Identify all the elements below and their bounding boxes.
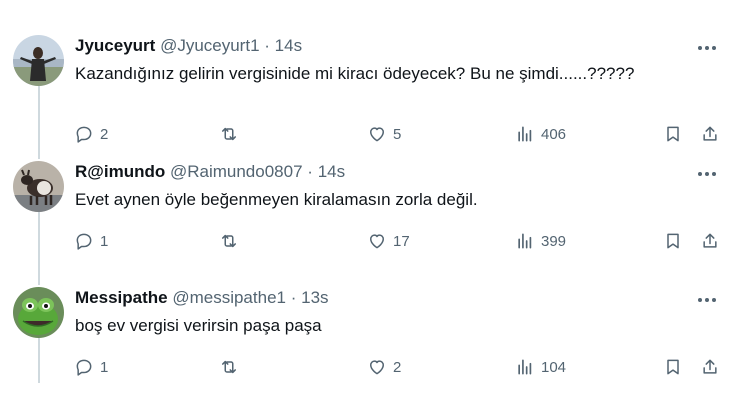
display-name[interactable]: Jyuceyurt: [75, 36, 155, 55]
reply-icon: [76, 359, 92, 376]
timestamp[interactable]: 13s: [301, 288, 328, 307]
reply-icon: [76, 126, 92, 143]
timestamp[interactable]: 14s: [275, 36, 302, 55]
tweet-header: Messipathe @messipathe1 · 13s: [75, 288, 670, 308]
tweet-header: Jyuceyurt @Jyuceyurt1 · 14s: [75, 36, 670, 56]
display-name[interactable]: Messipathe: [75, 288, 168, 307]
views-button[interactable]: 104: [515, 357, 566, 377]
bookmark-icon: [667, 126, 679, 142]
reply-button[interactable]: 1: [74, 231, 108, 251]
share-icon: [703, 359, 717, 374]
retweet-icon: [222, 234, 236, 248]
user-handle[interactable]: @Raimundo0807: [170, 162, 303, 181]
avatar[interactable]: [13, 161, 64, 212]
share-icon: [703, 233, 717, 248]
reply-count: 2: [100, 125, 109, 143]
heart-icon: [370, 127, 384, 142]
reply-icon: [76, 233, 92, 250]
retweet-icon: [222, 360, 236, 374]
retweet-button[interactable]: [219, 231, 245, 251]
avatar-photo-icon: [13, 287, 64, 338]
heart-icon: [370, 360, 384, 375]
timestamp[interactable]: 14s: [318, 162, 345, 181]
user-handle[interactable]: @messipathe1: [172, 288, 286, 307]
view-count: 399: [541, 232, 567, 250]
bookmark-icon: [667, 359, 679, 375]
share-icon: [703, 126, 717, 141]
display-name[interactable]: R@imundo: [75, 162, 165, 181]
separator: ·: [290, 288, 297, 307]
tweet[interactable]: Jyuceyurt @Jyuceyurt1 · 14s Kazandığınız…: [0, 28, 730, 154]
retweet-button[interactable]: [219, 124, 245, 144]
views-button[interactable]: 399: [515, 231, 566, 251]
retweet-icon: [222, 127, 236, 141]
tweet-actions: 1 17 399: [0, 231, 730, 255]
avatar[interactable]: [13, 287, 64, 338]
avatar-photo-icon: [13, 161, 64, 212]
view-count: 104: [541, 358, 567, 376]
share-button[interactable]: [700, 231, 720, 251]
tweet-actions: 1 2 104: [0, 357, 730, 381]
heart-icon: [370, 234, 384, 249]
share-button[interactable]: [700, 124, 720, 144]
tweet-header: R@imundo @Raimundo0807 · 14s: [75, 162, 670, 182]
reply-count: 1: [100, 232, 109, 250]
tweet-text: Kazandığınız gelirin vergisinide mi kira…: [75, 64, 635, 83]
tweet[interactable]: R@imundo @Raimundo0807 · 14s Evet aynen …: [0, 154, 730, 280]
view-count: 406: [541, 125, 567, 143]
bookmark-button[interactable]: [663, 357, 683, 377]
like-count: 2: [393, 358, 402, 376]
separator: ·: [264, 36, 270, 55]
tweet-text: Evet aynen öyle beğenmeyen kiralamasın z…: [75, 190, 478, 209]
avatar-photo-icon: [13, 35, 64, 86]
tweet[interactable]: Messipathe @messipathe1 · 13s boş ev ver…: [0, 280, 730, 406]
separator: ·: [307, 162, 313, 181]
views-button[interactable]: 406: [515, 124, 566, 144]
like-button[interactable]: 5: [367, 124, 401, 144]
analytics-icon: [518, 359, 532, 375]
like-button[interactable]: 17: [367, 231, 410, 251]
bookmark-button[interactable]: [663, 124, 683, 144]
tweet-text: boş ev vergisi verirsin paşa paşa: [75, 316, 322, 335]
more-options-icon[interactable]: [696, 164, 718, 184]
reply-button[interactable]: 2: [74, 124, 108, 144]
more-options-icon[interactable]: [696, 290, 718, 310]
reply-count: 1: [100, 358, 109, 376]
user-handle[interactable]: @Jyuceyurt1: [160, 36, 259, 55]
more-options-icon[interactable]: [696, 38, 718, 58]
like-button[interactable]: 2: [367, 357, 401, 377]
like-count: 17: [393, 232, 410, 250]
analytics-icon: [518, 233, 532, 249]
reply-button[interactable]: 1: [74, 357, 108, 377]
bookmark-button[interactable]: [663, 231, 683, 251]
tweet-actions: 2 5 406: [0, 124, 730, 148]
share-button[interactable]: [700, 357, 720, 377]
avatar[interactable]: [13, 35, 64, 86]
retweet-button[interactable]: [219, 357, 245, 377]
bookmark-icon: [667, 233, 679, 249]
like-count: 5: [393, 125, 402, 143]
analytics-icon: [518, 126, 532, 142]
